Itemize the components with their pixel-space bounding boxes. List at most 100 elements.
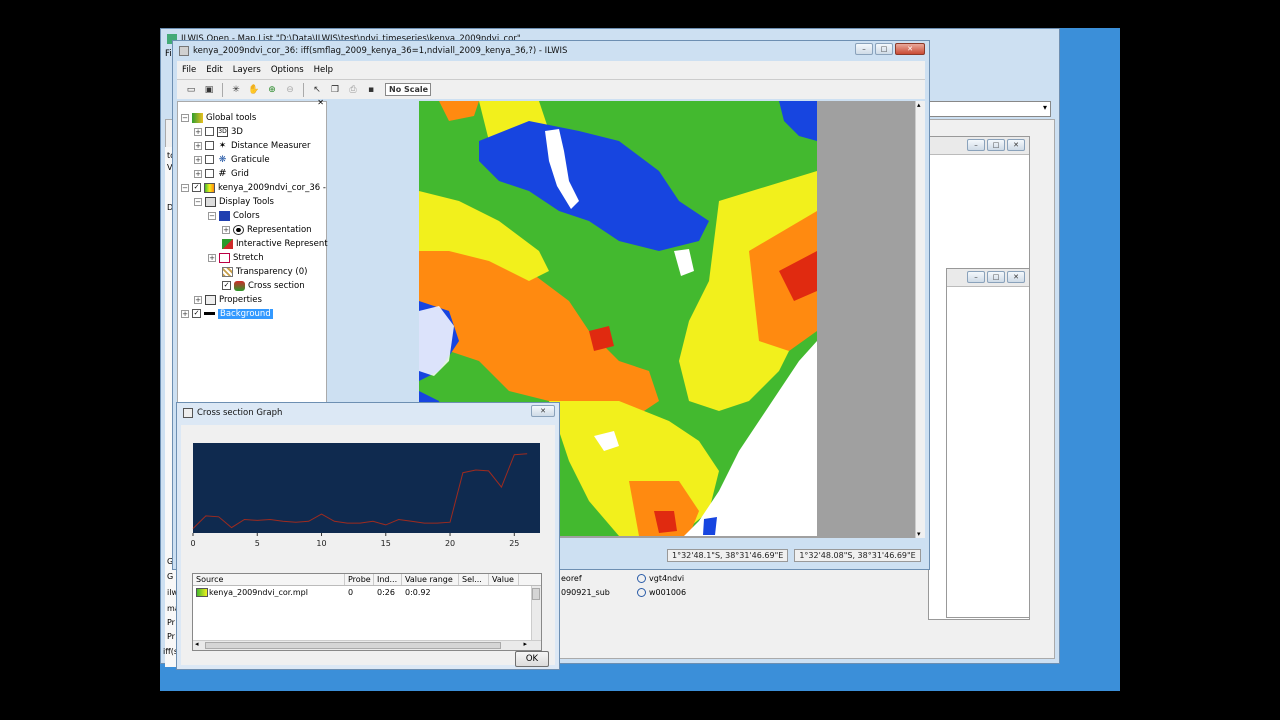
scroll-down-icon[interactable]: ▾	[917, 530, 921, 538]
menu-file[interactable]: File	[177, 65, 201, 75]
scroll-thumb[interactable]	[532, 588, 540, 600]
ok-button[interactable]: OK	[515, 651, 549, 667]
coordinate-readout-2: 1°32'48.08"S, 38°31'46.69"E	[794, 549, 921, 562]
scroll-thumb[interactable]	[205, 642, 501, 649]
select-arrow-icon[interactable]: ↖	[309, 83, 325, 97]
close-button[interactable]: ✕	[1007, 139, 1025, 151]
tree-close-button[interactable]: ✕	[317, 98, 324, 107]
interactive-representation-icon	[222, 238, 233, 249]
close-button[interactable]: ✕	[895, 43, 925, 55]
expand-icon[interactable]: +	[194, 141, 202, 150]
menu-help[interactable]: Help	[309, 65, 338, 75]
column-value[interactable]: Value	[489, 574, 519, 585]
expand-icon[interactable]: +	[194, 127, 202, 136]
column-index[interactable]: Ind...	[374, 574, 402, 585]
zoom-in-icon[interactable]: ⊕	[264, 83, 280, 97]
tree-item-representation[interactable]: + Representation	[222, 223, 312, 236]
minimize-button[interactable]: –	[967, 139, 985, 151]
table-vertical-scrollbar[interactable]	[531, 586, 541, 640]
cross-section-title: Cross section Graph	[177, 403, 559, 423]
tree-item-cross-section[interactable]: ✓ Cross section	[222, 279, 305, 292]
map-vertical-scrollbar[interactable]: ▴ ▾	[915, 101, 925, 538]
column-source[interactable]: Source	[193, 574, 345, 585]
pan-hand-icon[interactable]: ✋	[246, 83, 262, 97]
tree-item-distance[interactable]: + ✶ Distance Measurer	[194, 139, 311, 152]
tree-item-stretch[interactable]: + Stretch	[208, 251, 264, 264]
maximize-button[interactable]: □	[987, 271, 1005, 283]
menu-layers[interactable]: Layers	[228, 65, 266, 75]
expand-icon[interactable]: +	[194, 295, 202, 304]
minimize-button[interactable]: –	[967, 271, 985, 283]
copy-icon[interactable]: ❐	[327, 83, 343, 97]
desktop: ILWIS Open - Map List "D:\Data\ILWIS\tes…	[160, 28, 1120, 691]
scroll-left-icon[interactable]: ◂	[195, 640, 199, 648]
tree-item-layer[interactable]: − ✓ kenya_2009ndvi_cor_36 -	[181, 181, 326, 194]
pointer-star-icon[interactable]: ✳	[228, 83, 244, 97]
column-probe[interactable]: Probe	[345, 574, 374, 585]
collapse-icon[interactable]: −	[181, 183, 189, 192]
grid-icon: #	[218, 167, 227, 179]
checkbox[interactable]	[205, 141, 214, 150]
print-icon[interactable]: ⎙	[345, 83, 361, 97]
collapse-icon[interactable]: −	[194, 197, 202, 206]
tree-item-background[interactable]: + ✓ Background	[181, 307, 273, 320]
fragment-text: G	[167, 572, 174, 581]
tree-item-colors[interactable]: − Colors	[208, 209, 260, 222]
main-menu-fragment[interactable]: Fi	[165, 49, 172, 59]
close-button[interactable]: ✕	[531, 405, 555, 417]
menu-options[interactable]: Options	[266, 65, 309, 75]
table-header: Source Probe Ind... Value range Sel... V…	[193, 574, 541, 586]
map-window-title: kenya_2009ndvi_cor_36: iff(smflag_2009_k…	[173, 41, 929, 61]
tree-item-graticule[interactable]: + ❋ Graticule	[194, 153, 270, 166]
collapse-icon[interactable]: −	[181, 113, 189, 122]
close-button[interactable]: ✕	[1007, 271, 1025, 283]
new-window-icon[interactable]: ▭	[183, 83, 199, 97]
tree-item-display-tools[interactable]: − Display Tools	[194, 195, 274, 208]
toolbar-separator	[222, 82, 223, 97]
column-value-range[interactable]: Value range	[402, 574, 459, 585]
expand-icon[interactable]: +	[222, 225, 230, 234]
checkbox[interactable]: ✓	[192, 183, 201, 192]
tree-item-grid[interactable]: + # Grid	[194, 167, 249, 180]
table-horizontal-scrollbar[interactable]: ◂ ▸	[193, 640, 541, 650]
x-tick-label: 0	[190, 539, 195, 548]
cross-section-chart: 0 5 10 15 20 25	[190, 443, 540, 548]
tree-item-interactive[interactable]: Interactive Represent	[222, 237, 328, 250]
scroll-right-icon[interactable]: ▸	[523, 640, 527, 648]
map-island-blue	[703, 517, 717, 535]
expand-icon[interactable]: +	[208, 253, 216, 262]
column-selection[interactable]: Sel...	[459, 574, 489, 585]
checkbox[interactable]	[205, 155, 214, 164]
tree-item-properties[interactable]: + Properties	[194, 293, 262, 306]
checkbox[interactable]: ✓	[222, 281, 231, 290]
scale-field[interactable]: No Scale	[385, 83, 431, 96]
expand-icon[interactable]: +	[194, 155, 202, 164]
tree-item-global-tools[interactable]: − Global tools	[181, 111, 256, 124]
catalog-item[interactable]: 090921_sub	[561, 588, 610, 597]
monitor-icon[interactable]: ▣	[201, 83, 217, 97]
table-row[interactable]: kenya_2009ndvi_cor.mpl 0 0:26 0:0.92	[193, 586, 541, 599]
checkbox[interactable]: ✓	[192, 309, 201, 318]
expand-icon[interactable]: +	[194, 169, 202, 178]
main-dropdown[interactable]: ▾	[927, 101, 1051, 117]
catalog-item[interactable]: w001006	[637, 588, 686, 597]
map-menubar: File Edit Layers Options Help	[177, 61, 925, 79]
collapse-icon[interactable]: −	[208, 211, 216, 220]
minimize-button[interactable]: –	[855, 43, 873, 55]
child-window-2: – □ ✕	[946, 268, 1030, 618]
tree-item-transparency[interactable]: Transparency (0)	[222, 265, 307, 278]
zoom-out-icon[interactable]: ⊖	[282, 83, 298, 97]
catalog-item[interactable]: eoref	[561, 574, 582, 583]
checkbox[interactable]	[205, 169, 214, 178]
scroll-up-icon[interactable]: ▴	[917, 101, 921, 109]
expand-icon[interactable]: +	[181, 309, 189, 318]
map-statusbar: 1°32'48.1"S, 38°31'46.69"E 1°32'48.08"S,…	[667, 549, 921, 562]
tree-item-3d[interactable]: + 3D 3D	[194, 125, 243, 138]
maximize-button[interactable]: □	[875, 43, 893, 55]
global-tools-icon	[192, 112, 203, 123]
maximize-button[interactable]: □	[987, 139, 1005, 151]
menu-edit[interactable]: Edit	[201, 65, 227, 75]
catalog-item[interactable]: vgt4ndvi	[637, 574, 684, 583]
checkbox[interactable]	[205, 127, 214, 136]
save-icon[interactable]: ▪	[363, 83, 379, 97]
